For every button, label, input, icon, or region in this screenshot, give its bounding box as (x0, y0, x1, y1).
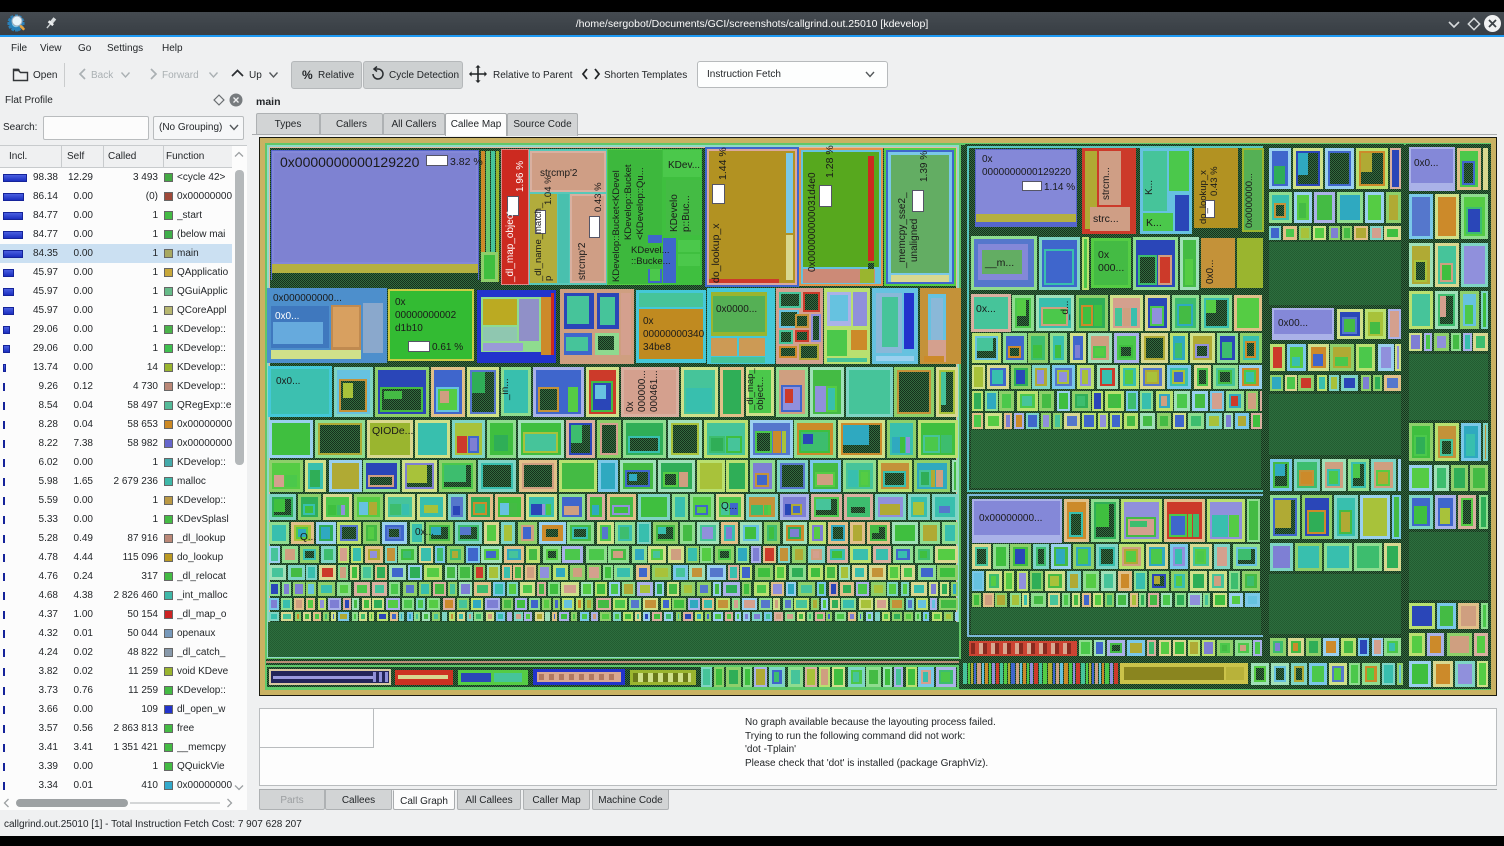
svg-text:p::Buc...: p::Buc... (681, 195, 692, 232)
svg-text:unaligned: unaligned (909, 219, 920, 262)
svg-text:0x: 0x (625, 401, 636, 412)
svg-text:0x0...: 0x0... (1414, 158, 1438, 169)
svg-text:0.43 %: 0.43 % (593, 182, 604, 212)
svg-text:0x0000000000129220: 0x0000000000129220 (280, 154, 420, 170)
svg-text:strcmp'2: strcmp'2 (577, 242, 588, 280)
svg-text:0x0...: 0x0... (1205, 260, 1216, 284)
svg-text:K...: K... (1146, 217, 1162, 229)
svg-text:Q...: Q... (300, 532, 316, 543)
svg-text:0x0000000...: 0x0000000... (1244, 173, 1255, 228)
svg-text:KDev...: KDev... (668, 160, 700, 171)
svg-text:strc...: strc... (1093, 213, 1119, 225)
svg-text:1.96 %: 1.96 % (515, 161, 526, 192)
svg-text:::Bucke...: ::Bucke... (631, 256, 671, 267)
svg-text:0x...: 0x... (415, 527, 434, 538)
svg-text:QIODe...: QIODe... (372, 425, 413, 437)
svg-text:000000...: 000000... (637, 370, 648, 412)
svg-text:00000000002: 00000000002 (395, 310, 457, 321)
svg-text:p: p (543, 276, 554, 281)
svg-text:1.44 %: 1.44 % (717, 147, 729, 180)
svg-text:0x0000...: 0x0000... (716, 304, 757, 315)
svg-text:KDevel...: KDevel... (631, 245, 670, 256)
svg-text:1.04 %: 1.04 % (543, 175, 554, 205)
svg-text:34be8: 34be8 (643, 342, 671, 353)
svg-text:0x: 0x (1098, 249, 1110, 261)
svg-text:do_lookup_x: do_lookup_x (710, 223, 722, 283)
svg-text:0x...: 0x... (976, 303, 996, 315)
svg-text:0x: 0x (982, 154, 993, 165)
svg-text:_dl_map_object: _dl_map_object (505, 211, 516, 283)
svg-text:_memcpy_sse2_: _memcpy_sse2_ (897, 192, 908, 269)
svg-text:1.39 %: 1.39 % (919, 151, 930, 182)
svg-text:<KDevelop::Qu...: <KDevelop::Qu... (635, 167, 646, 240)
svg-text:K...: K... (1144, 180, 1155, 195)
svg-text:_in...: _in... (500, 378, 511, 401)
svg-text:3.82 %: 3.82 % (450, 156, 483, 168)
svg-text:0.61 %: 0.61 % (432, 342, 463, 353)
svg-text:object...: object... (755, 377, 766, 410)
svg-text:Q...: Q... (721, 501, 737, 512)
svg-text:_d...: _d... (1060, 301, 1071, 321)
svg-text:0x: 0x (395, 297, 406, 308)
svg-text:0x00...: 0x00... (1278, 318, 1308, 329)
svg-text:KDevelop::Bucket: KDevelop::Bucket (623, 164, 634, 240)
svg-text:KDevelo: KDevelo (669, 194, 680, 232)
svg-text:0x0...: 0x0... (276, 376, 300, 387)
svg-text:_dl_name_match_: _dl_name_match_ (533, 202, 544, 282)
svg-text:strcm...: strcm... (1101, 167, 1112, 200)
svg-text:0000000000129220: 0000000000129220 (982, 167, 1071, 178)
svg-text:0.43 %: 0.43 % (1209, 166, 1220, 196)
svg-text:KDevelop::Bucket<KDevel: KDevelop::Bucket<KDevel (611, 170, 622, 282)
svg-text:0x000000000031d4e0: 0x000000000031d4e0 (807, 172, 818, 272)
svg-text:__m...: __m... (984, 257, 1014, 269)
svg-text:0x0...: 0x0... (275, 311, 299, 322)
svg-text:00000000340: 00000000340 (643, 329, 705, 340)
svg-text:0x: 0x (643, 316, 654, 327)
svg-text:0x000000000...: 0x000000000... (273, 293, 342, 304)
svg-text:d1b10: d1b10 (395, 323, 423, 334)
svg-text:0x00000000...: 0x00000000... (979, 513, 1042, 524)
svg-text:000...: 000... (1098, 262, 1124, 274)
svg-text:000461...: 000461... (649, 370, 660, 412)
svg-text:1.28 %: 1.28 % (824, 145, 836, 178)
svg-text:do_lookup_x: do_lookup_x (1198, 170, 1209, 224)
svg-text:1.14 %: 1.14 % (1044, 182, 1075, 193)
